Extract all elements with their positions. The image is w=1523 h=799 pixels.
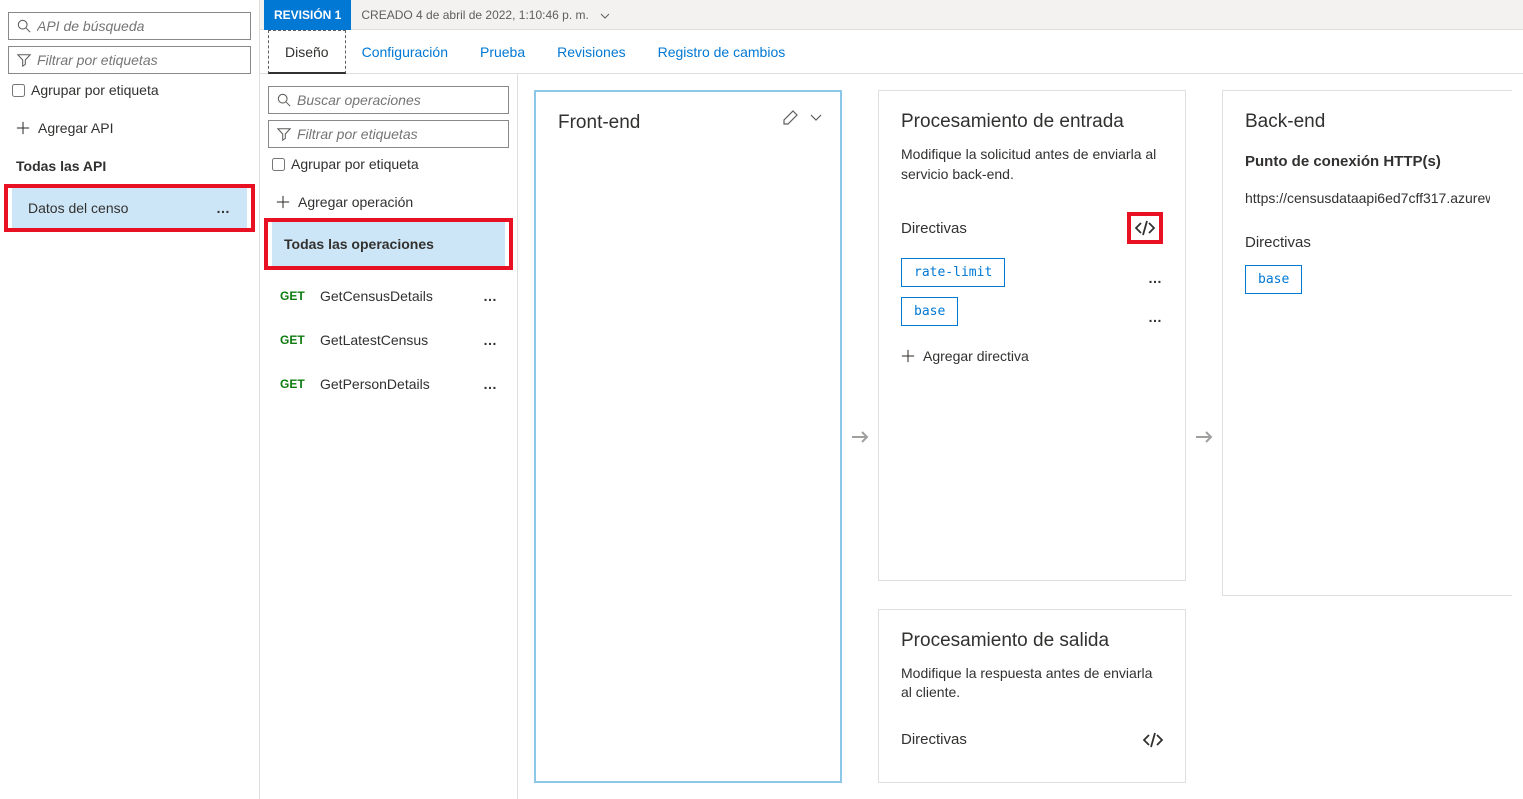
api-filter-box[interactable] [8, 46, 251, 74]
tab-design[interactable]: Diseño [268, 30, 346, 74]
endpoint-label: Punto de conexión HTTP(s) [1245, 153, 1490, 170]
policy-tag-base[interactable]: base [1245, 265, 1302, 294]
outbound-desc: Modifique la respuesta antes de enviarla… [901, 664, 1163, 703]
add-operation-label: Agregar operación [298, 194, 413, 210]
api-item-census[interactable]: Datos del censo … [12, 188, 247, 228]
frontend-card[interactable]: Front-end [534, 90, 842, 783]
tab-test[interactable]: Prueba [464, 30, 541, 73]
plus-icon [276, 195, 290, 209]
operations-panel: Agrupar por etiqueta Agregar operación T… [260, 74, 518, 799]
inbound-title: Procesamiento de entrada [901, 111, 1163, 133]
revision-bar: REVISIÓN 1 CREADO 4 de abril de 2022, 1:… [260, 0, 1523, 30]
add-policy-label: Agregar directiva [923, 348, 1029, 364]
tab-bar: Diseño Configuración Prueba Revisiones R… [260, 30, 1523, 74]
chevron-down-icon[interactable] [810, 114, 822, 122]
created-timestamp: CREADO 4 de abril de 2022, 1:10:46 p. m. [361, 8, 610, 22]
tab-changelog[interactable]: Registro de cambios [642, 30, 802, 73]
operation-menu[interactable]: … [483, 288, 497, 304]
frontend-title: Front-end [558, 112, 818, 134]
operation-menu[interactable]: … [483, 376, 497, 392]
chevron-down-icon[interactable] [600, 8, 610, 22]
pipeline-stages: Front-end Proce [518, 74, 1523, 799]
endpoint-url[interactable]: https://censusdataapi6ed7cff317.azurew [1245, 190, 1490, 206]
http-method: GET [280, 377, 320, 391]
highlight-annotation: Todas las operaciones [264, 218, 513, 270]
group-by-tag-checkbox[interactable] [12, 84, 25, 97]
api-item-label: Datos del censo [28, 200, 128, 216]
all-operations-item[interactable]: Todas las operaciones [272, 222, 505, 266]
api-filter-input[interactable] [37, 52, 242, 68]
ops-filter-box[interactable] [268, 120, 509, 148]
add-operation-button[interactable]: Agregar operación [268, 186, 509, 218]
ops-search-input[interactable] [297, 92, 500, 108]
api-item-menu[interactable]: … [216, 200, 231, 216]
api-search-input[interactable] [37, 18, 242, 34]
policy-menu[interactable]: … [1148, 309, 1163, 325]
add-api-button[interactable]: Agregar API [8, 112, 251, 144]
plus-icon [901, 349, 915, 363]
revision-badge[interactable]: REVISIÓN 1 [264, 0, 351, 30]
api-search-box[interactable] [8, 12, 251, 40]
operation-menu[interactable]: … [483, 332, 497, 348]
plus-icon [16, 121, 30, 135]
api-sidebar: Agrupar por etiqueta Agregar API Todas l… [0, 0, 260, 799]
inbound-card: Procesamiento de entrada Modifique la so… [878, 90, 1186, 581]
search-icon [17, 19, 31, 33]
flow-arrow [842, 90, 878, 783]
code-editor-button[interactable] [1143, 732, 1163, 748]
operation-item[interactable]: GET GetLatestCensus … [268, 318, 509, 362]
ops-group-label: Agrupar por etiqueta [291, 156, 419, 172]
policy-tag-rate-limit[interactable]: rate-limit [901, 258, 1005, 287]
group-by-tag-row: Agrupar por etiqueta [12, 82, 247, 98]
operation-name: GetPersonDetails [320, 376, 430, 392]
http-method: GET [280, 333, 320, 347]
backend-title: Back-end [1245, 111, 1490, 133]
search-icon [277, 93, 291, 107]
all-apis-label[interactable]: Todas las API [8, 144, 251, 184]
operation-item[interactable]: GET GetCensusDetails … [268, 274, 509, 318]
policy-tag-base[interactable]: base [901, 297, 958, 326]
flow-arrow [1186, 90, 1222, 783]
directives-label: Directivas [901, 731, 967, 748]
outbound-title: Procesamiento de salida [901, 630, 1163, 652]
highlight-annotation: Datos del censo … [4, 184, 255, 232]
ops-filter-input[interactable] [297, 126, 500, 142]
operation-name: GetLatestCensus [320, 332, 428, 348]
ops-group-checkbox[interactable] [272, 158, 285, 171]
outbound-card: Procesamiento de salida Modifique la res… [878, 609, 1186, 783]
code-editor-button[interactable] [1127, 212, 1163, 244]
ops-search-box[interactable] [268, 86, 509, 114]
add-api-label: Agregar API [38, 120, 114, 136]
edit-icon[interactable] [782, 110, 798, 126]
directives-label: Directivas [901, 220, 967, 237]
add-policy-button[interactable]: Agregar directiva [901, 348, 1163, 364]
inbound-desc: Modifique la solicitud antes de enviarla… [901, 145, 1163, 184]
filter-icon [17, 53, 31, 67]
operation-name: GetCensusDetails [320, 288, 433, 304]
directives-label: Directivas [1245, 234, 1311, 251]
http-method: GET [280, 289, 320, 303]
backend-card: Back-end Punto de conexión HTTP(s) https… [1222, 90, 1512, 596]
ops-group-row: Agrupar por etiqueta [272, 156, 505, 172]
main-content: REVISIÓN 1 CREADO 4 de abril de 2022, 1:… [260, 0, 1523, 799]
tab-config[interactable]: Configuración [346, 30, 464, 73]
all-operations-label: Todas las operaciones [284, 236, 434, 252]
policy-menu[interactable]: … [1148, 270, 1163, 286]
group-by-tag-label: Agrupar por etiqueta [31, 82, 159, 98]
filter-icon [277, 127, 291, 141]
tab-revisions[interactable]: Revisiones [541, 30, 641, 73]
operation-item[interactable]: GET GetPersonDetails … [268, 362, 509, 406]
